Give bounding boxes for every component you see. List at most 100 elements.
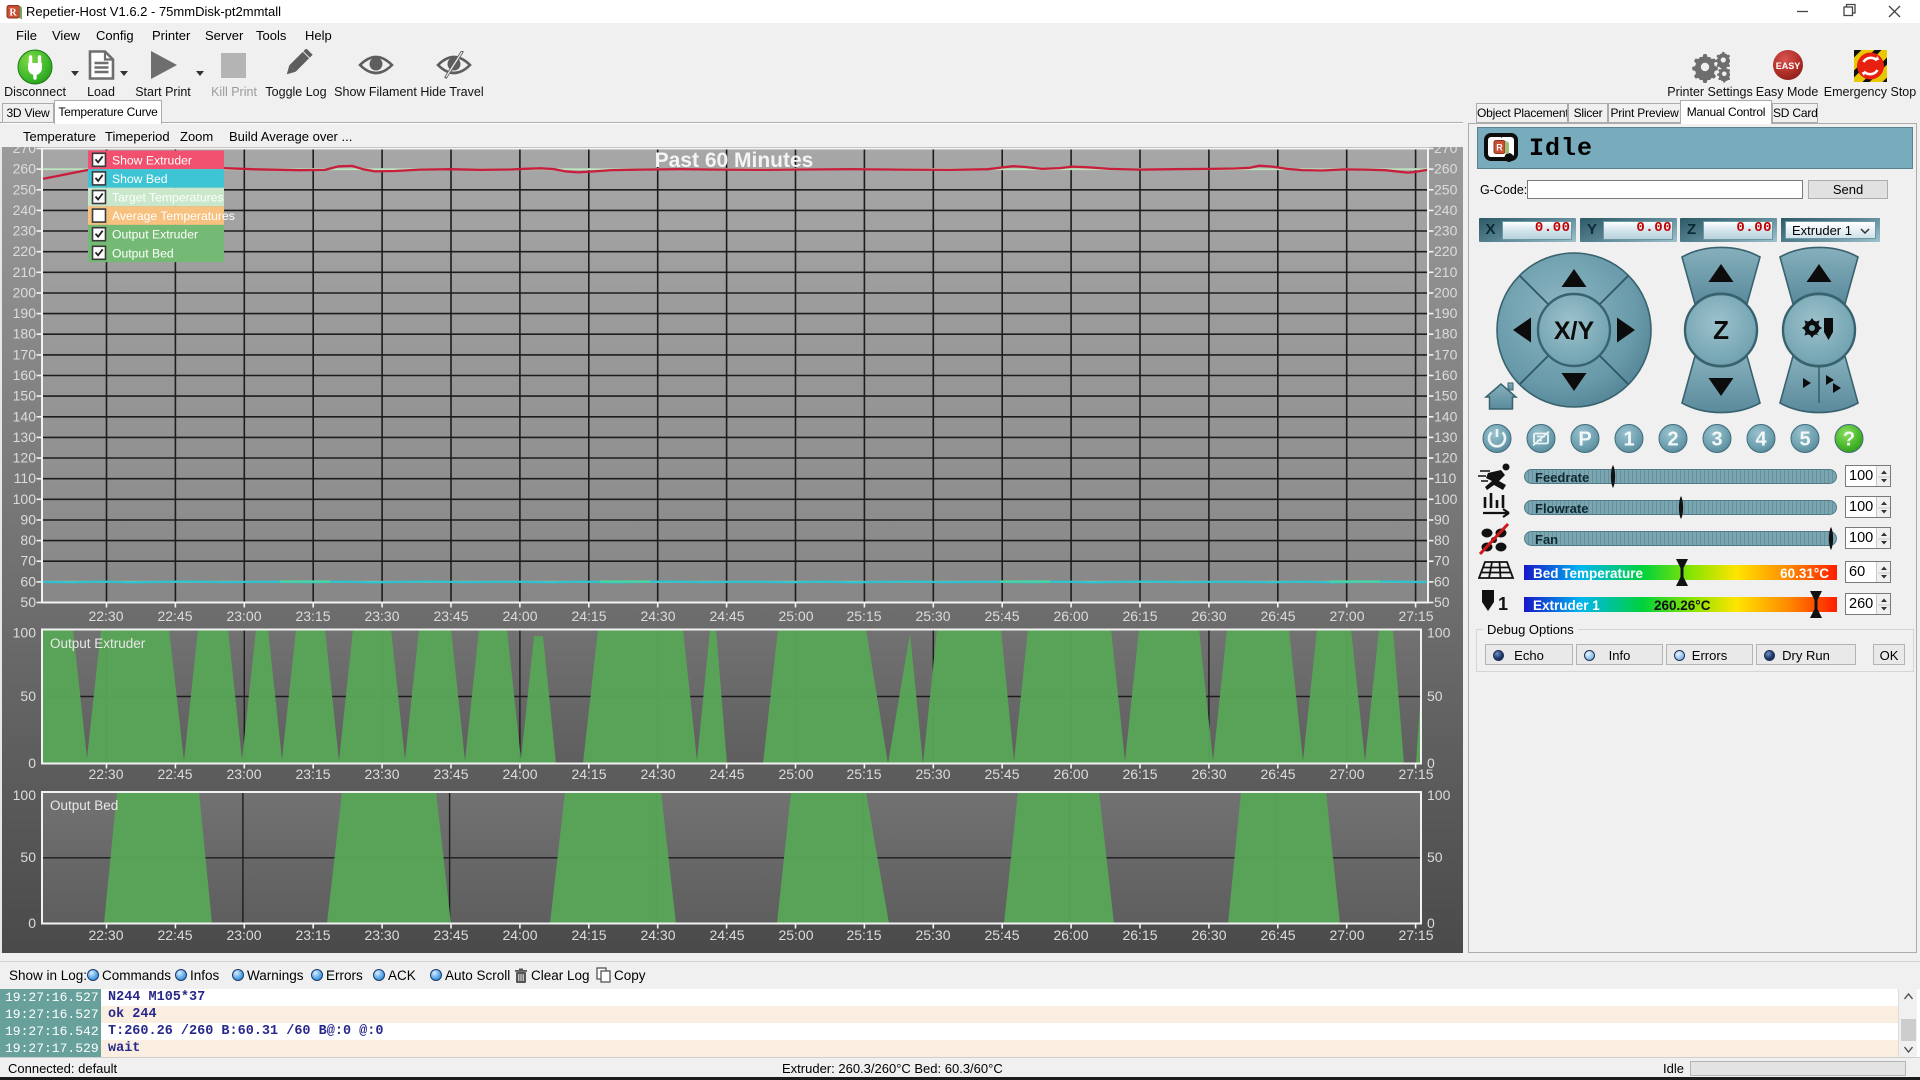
svg-text:170: 170 bbox=[1434, 346, 1458, 362]
svg-text:210: 210 bbox=[13, 264, 37, 280]
svg-text:160: 160 bbox=[13, 367, 37, 383]
svg-text:27:00: 27:00 bbox=[1329, 927, 1364, 943]
svg-text:100: 100 bbox=[13, 491, 37, 507]
svg-text:23:15: 23:15 bbox=[295, 608, 330, 624]
svg-text:Show Extruder: Show Extruder bbox=[112, 153, 192, 167]
svg-text:270: 270 bbox=[1434, 147, 1458, 156]
svg-text:23:15: 23:15 bbox=[295, 927, 330, 943]
svg-text:250: 250 bbox=[13, 181, 37, 197]
svg-text:50: 50 bbox=[1427, 849, 1443, 865]
svg-text:130: 130 bbox=[13, 429, 37, 445]
svg-text:180: 180 bbox=[1434, 326, 1458, 342]
svg-text:200: 200 bbox=[13, 285, 37, 301]
svg-text:25:45: 25:45 bbox=[984, 608, 1019, 624]
svg-text:220: 220 bbox=[13, 243, 37, 259]
svg-text:70: 70 bbox=[1434, 553, 1450, 569]
svg-text:120: 120 bbox=[13, 450, 37, 466]
svg-text:24:15: 24:15 bbox=[571, 927, 606, 943]
svg-text:3: 3 bbox=[1711, 429, 1722, 451]
svg-text:24:45: 24:45 bbox=[709, 608, 744, 624]
svg-text:22:30: 22:30 bbox=[88, 927, 123, 943]
svg-text:24:00: 24:00 bbox=[502, 927, 537, 943]
svg-text:50: 50 bbox=[20, 849, 36, 865]
svg-text:260: 260 bbox=[13, 161, 37, 177]
svg-text:130: 130 bbox=[1434, 429, 1458, 445]
svg-text:Show Bed: Show Bed bbox=[112, 172, 168, 186]
svg-text:Z: Z bbox=[1713, 315, 1729, 345]
svg-text:26:45: 26:45 bbox=[1260, 927, 1295, 943]
svg-text:210: 210 bbox=[1434, 264, 1458, 280]
svg-text:4: 4 bbox=[1755, 429, 1767, 451]
svg-text:22:45: 22:45 bbox=[157, 608, 192, 624]
svg-text:?: ? bbox=[1843, 429, 1855, 451]
svg-text:100: 100 bbox=[13, 787, 37, 803]
svg-text:150: 150 bbox=[13, 388, 37, 404]
svg-text:23:00: 23:00 bbox=[226, 927, 261, 943]
svg-text:80: 80 bbox=[20, 532, 36, 548]
svg-text:25:45: 25:45 bbox=[984, 927, 1019, 943]
svg-text:140: 140 bbox=[1434, 408, 1458, 424]
svg-text:23:00: 23:00 bbox=[226, 608, 261, 624]
svg-text:23:30: 23:30 bbox=[364, 608, 399, 624]
svg-text:230: 230 bbox=[1434, 223, 1458, 239]
svg-text:1: 1 bbox=[1498, 594, 1508, 614]
svg-text:23:45: 23:45 bbox=[433, 608, 468, 624]
svg-text:24:00: 24:00 bbox=[502, 608, 537, 624]
svg-text:Average Temperatures: Average Temperatures bbox=[112, 209, 235, 223]
svg-text:90: 90 bbox=[20, 512, 36, 528]
svg-text:Output Extruder: Output Extruder bbox=[50, 636, 146, 651]
svg-text:26:45: 26:45 bbox=[1260, 608, 1295, 624]
svg-text:80: 80 bbox=[1434, 532, 1450, 548]
svg-text:110: 110 bbox=[14, 470, 37, 486]
svg-text:190: 190 bbox=[13, 305, 37, 321]
svg-text:26:00: 26:00 bbox=[1053, 608, 1088, 624]
svg-text:24:30: 24:30 bbox=[640, 927, 675, 943]
svg-text:180: 180 bbox=[13, 326, 37, 342]
svg-text:P: P bbox=[1578, 429, 1591, 451]
svg-text:100: 100 bbox=[1427, 787, 1451, 803]
svg-text:Output Bed: Output Bed bbox=[112, 246, 174, 260]
svg-text:50: 50 bbox=[1427, 688, 1443, 704]
svg-text:22:30: 22:30 bbox=[88, 608, 123, 624]
svg-text:23:45: 23:45 bbox=[433, 927, 468, 943]
svg-text:26:00: 26:00 bbox=[1053, 927, 1088, 943]
svg-text:260: 260 bbox=[1434, 161, 1458, 177]
svg-text:26:15: 26:15 bbox=[1122, 608, 1157, 624]
svg-text:110: 110 bbox=[1434, 470, 1457, 486]
svg-text:240: 240 bbox=[13, 202, 37, 218]
svg-text:23:30: 23:30 bbox=[364, 927, 399, 943]
svg-text:Past 60 Minutes: Past 60 Minutes bbox=[655, 149, 814, 172]
svg-text:120: 120 bbox=[1434, 450, 1458, 466]
svg-text:25:00: 25:00 bbox=[778, 608, 813, 624]
svg-text:140: 140 bbox=[13, 408, 37, 424]
svg-text:24:15: 24:15 bbox=[571, 608, 606, 624]
svg-text:0: 0 bbox=[28, 915, 36, 931]
svg-text:27:15: 27:15 bbox=[1398, 608, 1433, 624]
svg-text:25:15: 25:15 bbox=[846, 927, 881, 943]
svg-text:230: 230 bbox=[13, 223, 37, 239]
svg-text:50: 50 bbox=[1434, 594, 1450, 610]
svg-text:50: 50 bbox=[20, 688, 36, 704]
svg-text:25:15: 25:15 bbox=[846, 608, 881, 624]
svg-text:25:30: 25:30 bbox=[915, 927, 950, 943]
svg-text:24:45: 24:45 bbox=[709, 927, 744, 943]
svg-text:26:15: 26:15 bbox=[1122, 927, 1157, 943]
svg-text:100: 100 bbox=[1427, 625, 1451, 641]
svg-text:5: 5 bbox=[1799, 429, 1810, 451]
svg-text:27:15: 27:15 bbox=[1398, 927, 1433, 943]
svg-text:270: 270 bbox=[13, 147, 37, 156]
svg-text:EASY: EASY bbox=[1776, 61, 1801, 71]
svg-text:100: 100 bbox=[1434, 491, 1458, 507]
svg-text:60: 60 bbox=[1434, 573, 1450, 589]
svg-text:1: 1 bbox=[1623, 429, 1634, 451]
svg-text:22:45: 22:45 bbox=[157, 927, 192, 943]
svg-text:150: 150 bbox=[1434, 388, 1458, 404]
svg-text:0: 0 bbox=[28, 755, 36, 771]
svg-text:24:30: 24:30 bbox=[640, 608, 675, 624]
svg-text:25:30: 25:30 bbox=[915, 608, 950, 624]
svg-text:50: 50 bbox=[20, 594, 36, 610]
svg-text:Target Temperatures: Target Temperatures bbox=[112, 191, 224, 205]
svg-text:240: 240 bbox=[1434, 202, 1458, 218]
svg-text:100: 100 bbox=[13, 625, 37, 641]
svg-text:160: 160 bbox=[1434, 367, 1458, 383]
